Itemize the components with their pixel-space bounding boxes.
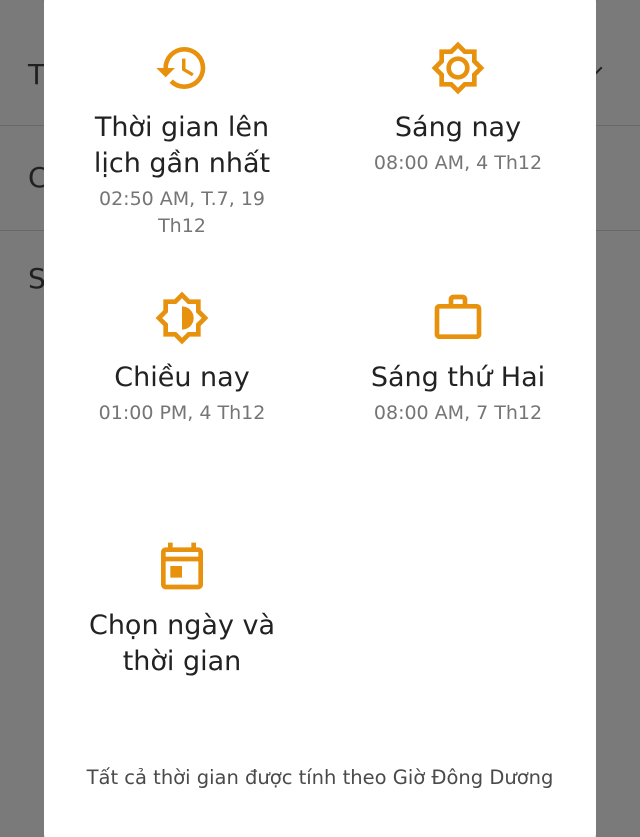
option-title: Chiều nay bbox=[114, 362, 250, 393]
option-title: Chọn ngày và thời gian bbox=[88, 610, 276, 677]
option-subtitle: 02:50 AM, T.7, 19 Th12 bbox=[99, 188, 265, 237]
option-title: Sáng nay bbox=[394, 112, 522, 143]
timezone-note: Tất cả thời gian được tính theo Giờ Đông… bbox=[86, 766, 554, 789]
option-pick-date-time[interactable]: Chọn ngày và thời gian bbox=[44, 538, 320, 680]
option-monday-morning[interactable]: Sáng thứ Hai 08:00 AM, 7 Th12 bbox=[320, 290, 596, 427]
option-subtitle: 08:00 AM, 7 Th12 bbox=[373, 402, 543, 424]
briefcase-icon bbox=[434, 294, 482, 339]
option-this-afternoon[interactable]: Chiều nay 01:00 PM, 4 Th12 bbox=[44, 290, 320, 427]
option-subtitle: 01:00 PM, 4 Th12 bbox=[98, 402, 266, 424]
option-subtitle: 08:00 AM, 4 Th12 bbox=[373, 152, 543, 174]
option-this-morning[interactable]: Sáng nay 08:00 AM, 4 Th12 bbox=[320, 40, 596, 177]
option-last-scheduled[interactable]: Thời gian lên lịch gần nhất 02:50 AM, T.… bbox=[44, 40, 320, 240]
option-title: Sáng thứ Hai bbox=[370, 362, 546, 393]
schedule-dialog: Thời gian lên lịch gần nhất 02:50 AM, T.… bbox=[44, 0, 596, 837]
calendar-icon bbox=[161, 542, 203, 590]
history-icon bbox=[156, 47, 206, 90]
half-sun-icon bbox=[155, 291, 209, 345]
option-title: Thời gian lên lịch gần nhất bbox=[93, 112, 271, 179]
sun-icon bbox=[431, 41, 485, 95]
